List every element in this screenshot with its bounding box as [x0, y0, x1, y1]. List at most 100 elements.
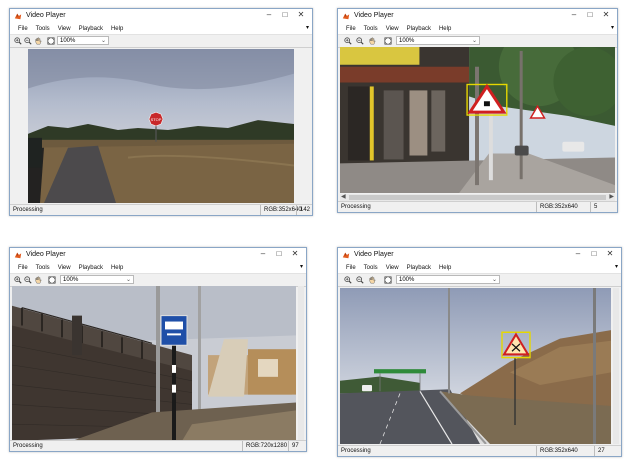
title-bar[interactable]: Video Player – □ ✕	[10, 248, 306, 262]
zoom-out-icon[interactable]	[24, 276, 32, 284]
zoom-select[interactable]: 100% ⌄	[57, 36, 109, 45]
menu-tools[interactable]: Tools	[32, 265, 54, 271]
zoom-out-icon[interactable]	[356, 37, 364, 45]
menu-expand-icon[interactable]: ▾	[615, 263, 618, 270]
toolbar: 100% ⌄	[338, 273, 621, 287]
zoom-value: 100%	[60, 38, 76, 44]
video-frame	[340, 288, 611, 444]
window-title: Video Player	[354, 251, 394, 258]
menu-help[interactable]: Help	[107, 265, 127, 271]
close-icon[interactable]: ✕	[599, 10, 613, 19]
maximize-icon[interactable]: □	[272, 249, 286, 258]
zoom-select[interactable]: 100% ⌄	[60, 275, 134, 284]
window-title: Video Player	[26, 12, 66, 19]
vertical-scrollbar[interactable]	[613, 288, 619, 444]
menu-file[interactable]: File	[342, 26, 360, 32]
pan-hand-icon[interactable]	[34, 276, 42, 284]
menu-playback[interactable]: Playback	[403, 265, 435, 271]
video-player-window-3[interactable]: Video Player – □ ✕ File Tools View Playb…	[9, 247, 307, 452]
frame-counter: 27	[594, 446, 605, 456]
zoom-select[interactable]: 100% ⌄	[396, 275, 500, 284]
zoom-in-icon[interactable]	[344, 276, 352, 284]
close-icon[interactable]: ✕	[294, 10, 308, 19]
pan-hand-icon[interactable]	[34, 37, 42, 45]
menu-view[interactable]: View	[382, 265, 403, 271]
menu-expand-icon[interactable]: ▾	[300, 263, 303, 270]
horizontal-scrollbar[interactable]: ◀ ▶	[340, 194, 615, 201]
menu-expand-icon[interactable]: ▾	[306, 24, 309, 31]
menu-tools[interactable]: Tools	[32, 26, 54, 32]
minimize-icon[interactable]: –	[262, 10, 276, 19]
zoom-value: 100%	[399, 38, 415, 44]
matlab-app-icon	[14, 12, 22, 20]
zoom-in-icon[interactable]	[14, 276, 22, 284]
menu-expand-icon[interactable]: ▾	[611, 24, 614, 31]
maximize-icon[interactable]: □	[587, 249, 601, 258]
fit-to-window-icon[interactable]	[47, 37, 55, 45]
menu-view[interactable]: View	[54, 265, 75, 271]
zoom-out-icon[interactable]	[24, 37, 32, 45]
matlab-app-icon	[342, 251, 350, 259]
minimize-icon[interactable]: –	[567, 10, 581, 19]
zoom-select[interactable]: 100% ⌄	[396, 36, 480, 45]
close-icon[interactable]: ✕	[603, 249, 617, 258]
video-player-window-4[interactable]: Video Player – □ ✕ File Tools View Playb…	[337, 247, 622, 457]
menu-file[interactable]: File	[14, 265, 32, 271]
title-bar[interactable]: Video Player – □ ✕	[338, 9, 617, 23]
minimize-icon[interactable]: –	[571, 249, 585, 258]
status-text: Processing	[13, 207, 43, 213]
maximize-icon[interactable]: □	[278, 10, 292, 19]
vertical-scrollbar[interactable]	[298, 286, 304, 441]
scroll-thumb[interactable]	[349, 195, 606, 200]
video-frame	[12, 286, 296, 441]
title-bar[interactable]: Video Player – □ ✕	[10, 9, 312, 23]
menu-tools[interactable]: Tools	[360, 26, 382, 32]
menu-view[interactable]: View	[382, 26, 403, 32]
menu-view[interactable]: View	[54, 26, 75, 32]
zoom-in-icon[interactable]	[344, 37, 352, 45]
menu-bar: File Tools View Playback Help ▾	[10, 262, 306, 273]
menu-help[interactable]: Help	[107, 26, 127, 32]
title-bar[interactable]: Video Player – □ ✕	[338, 248, 621, 262]
resolution-readout: RGB:352x640	[536, 446, 578, 456]
window-title: Video Player	[354, 12, 394, 19]
pan-hand-icon[interactable]	[368, 37, 376, 45]
zoom-value: 100%	[399, 277, 415, 283]
menu-playback[interactable]: Playback	[403, 26, 435, 32]
street-scene-warning-sign	[340, 47, 615, 193]
menu-playback[interactable]: Playback	[75, 26, 107, 32]
pan-hand-icon[interactable]	[368, 276, 376, 284]
chevron-down-icon: ⌄	[471, 38, 477, 44]
video-player-window-1[interactable]: Video Player – □ ✕ File Tools View Playb…	[9, 8, 313, 216]
fit-to-window-icon[interactable]	[384, 37, 392, 45]
minimize-icon[interactable]: –	[256, 249, 270, 258]
status-text: Processing	[341, 448, 371, 454]
menu-file[interactable]: File	[342, 265, 360, 271]
matlab-app-icon	[14, 251, 22, 259]
frame-counter: 142	[296, 205, 310, 215]
zoom-in-icon[interactable]	[14, 37, 22, 45]
video-frame: STOP	[28, 49, 294, 203]
video-player-window-2[interactable]: Video Player – □ ✕ File Tools View Playb…	[337, 8, 618, 213]
close-icon[interactable]: ✕	[288, 249, 302, 258]
zoom-value: 100%	[63, 277, 79, 283]
frame-counter: 97	[288, 441, 299, 451]
wall-scene-info-sign	[12, 286, 296, 441]
menu-tools[interactable]: Tools	[360, 265, 382, 271]
maximize-icon[interactable]: □	[583, 10, 597, 19]
zoom-out-icon[interactable]	[356, 276, 364, 284]
matlab-app-icon	[342, 12, 350, 20]
menu-help[interactable]: Help	[435, 265, 455, 271]
menu-bar: File Tools View Playback Help ▾	[10, 23, 312, 34]
scroll-right-icon[interactable]: ▶	[609, 193, 614, 200]
highway-scene-warning-sign	[340, 288, 611, 444]
menu-file[interactable]: File	[14, 26, 32, 32]
chevron-down-icon: ⌄	[125, 277, 131, 283]
menu-playback[interactable]: Playback	[75, 265, 107, 271]
scroll-left-icon[interactable]: ◀	[341, 193, 346, 200]
fit-to-window-icon[interactable]	[384, 276, 392, 284]
status-bar: Processing RGB:352x640 5	[338, 201, 617, 212]
menu-help[interactable]: Help	[435, 26, 455, 32]
menu-bar: File Tools View Playback Help ▾	[338, 23, 617, 34]
fit-to-window-icon[interactable]	[48, 276, 56, 284]
